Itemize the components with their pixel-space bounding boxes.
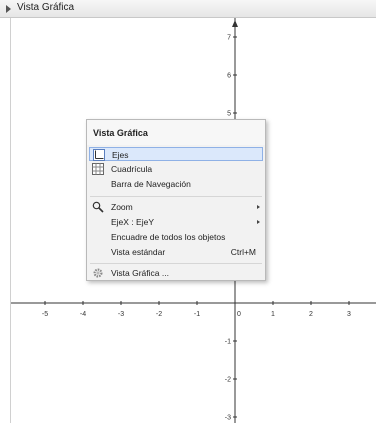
menu-item-label: Cuadrícula: [111, 164, 153, 174]
x-axis-tick-label: -5: [42, 311, 48, 318]
menu-item-cuadricula[interactable]: Cuadrícula: [89, 162, 263, 176]
axes-icon: [93, 149, 105, 161]
menu-item-label: Vista Gráfica ...: [111, 268, 169, 278]
menu-item-vista-estandar[interactable]: Vista estándar Ctrl+M: [89, 245, 263, 259]
y-axis-tick-label: 5: [227, 111, 231, 118]
x-axis-tick-label: -2: [156, 311, 162, 318]
menu-item-barra-navegacion[interactable]: Barra de Navegación: [89, 177, 263, 191]
y-axis-tick-label: -1: [225, 339, 231, 346]
y-axis-tick-label: 7: [227, 35, 231, 42]
context-menu-header: Vista Gráfica: [87, 120, 265, 145]
menu-item-label: Encuadre de todos los objetos: [111, 232, 226, 242]
grid-icon: [92, 163, 104, 175]
y-axis-arrow: [232, 20, 238, 27]
x-axis-tick-label: 3: [347, 311, 351, 318]
x-axis-tick-label: 0: [237, 311, 241, 318]
menu-item-label: EjeX : EjeY: [111, 217, 154, 227]
view-title: Vista Gráfica: [17, 2, 75, 13]
menu-item-label: Vista estándar: [111, 247, 166, 257]
menu-item-ejes[interactable]: Ejes: [89, 147, 263, 161]
context-menu-title: Vista Gráfica: [93, 128, 148, 138]
x-axis-tick-label: 2: [309, 311, 313, 318]
menu-item-label: Barra de Navegación: [111, 179, 191, 189]
menu-item-shortcut: Ctrl+M: [230, 247, 256, 257]
x-axis-tick-label: -1: [194, 311, 200, 318]
view-titlebar: Vista Gráfica: [0, 0, 376, 18]
menu-item-ejex-ejey[interactable]: EjeX : EjeY: [89, 215, 263, 229]
menu-item-label: Zoom: [111, 202, 133, 212]
submenu-arrow-icon: [257, 220, 260, 224]
y-axis-tick-label: -2: [225, 377, 231, 384]
menu-separator: [90, 196, 262, 197]
x-axis-tick-label: -4: [80, 311, 86, 318]
magnifier-icon: [92, 201, 104, 213]
menu-item-encuadre[interactable]: Encuadre de todos los objetos: [89, 230, 263, 244]
menu-item-label: Ejes: [112, 150, 129, 160]
x-axis-tick-label: -3: [118, 311, 124, 318]
menu-item-vista-grafica-settings[interactable]: Vista Gráfica ...: [89, 266, 263, 280]
menu-separator: [90, 263, 262, 264]
y-axis-tick-label: 6: [227, 73, 231, 80]
y-axis-tick-label: -3: [225, 415, 231, 422]
submenu-arrow-icon: [257, 205, 260, 209]
settings-gear-icon: [93, 268, 103, 278]
x-axis-tick-label: 1: [271, 311, 275, 318]
menu-item-zoom[interactable]: Zoom: [89, 200, 263, 214]
context-menu[interactable]: Vista Gráfica Ejes Cuadrícula Barra de N…: [86, 119, 266, 281]
collapse-triangle-icon[interactable]: [6, 5, 11, 13]
